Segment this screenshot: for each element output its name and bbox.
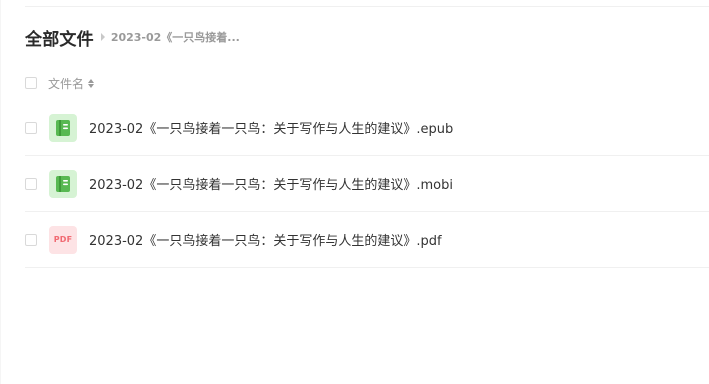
column-header-filename[interactable]: 文件名 <box>48 75 84 92</box>
file-row[interactable]: 2023-02《一只鸟接着一只鸟：关于写作与人生的建议》.epub <box>25 100 709 156</box>
file-checkbox[interactable] <box>25 233 37 246</box>
file-name[interactable]: 2023-02《一只鸟接着一只鸟：关于写作与人生的建议》.pdf <box>89 230 442 249</box>
file-checkbox[interactable] <box>25 177 37 190</box>
select-all-checkbox[interactable] <box>25 77 37 89</box>
breadcrumb-current: 2023-02《一只鸟接着... <box>110 31 240 44</box>
ebook-icon <box>49 169 77 198</box>
file-name[interactable]: 2023-02《一只鸟接着一只鸟：关于写作与人生的建议》.mobi <box>89 174 453 193</box>
left-edge-divider <box>0 0 1 384</box>
file-list-header: 文件名 <box>25 72 95 94</box>
file-row[interactable]: PDF 2023-02《一只鸟接着一只鸟：关于写作与人生的建议》.pdf <box>25 212 709 268</box>
sort-icon[interactable] <box>88 78 95 88</box>
file-row[interactable]: 2023-02《一只鸟接着一只鸟：关于写作与人生的建议》.mobi <box>25 156 709 212</box>
file-checkbox[interactable] <box>25 121 37 134</box>
top-divider <box>25 6 709 7</box>
breadcrumb: 全部文件 2023-02《一只鸟接着... <box>25 25 240 50</box>
ebook-icon <box>49 113 77 142</box>
pdf-icon-text: PDF <box>53 235 73 244</box>
file-name[interactable]: 2023-02《一只鸟接着一只鸟：关于写作与人生的建议》.epub <box>89 118 453 137</box>
file-list: 2023-02《一只鸟接着一只鸟：关于写作与人生的建议》.epub 2023-0… <box>25 100 709 268</box>
pdf-icon: PDF <box>49 225 77 254</box>
breadcrumb-separator-icon <box>100 33 105 41</box>
breadcrumb-root[interactable]: 全部文件 <box>25 25 94 50</box>
